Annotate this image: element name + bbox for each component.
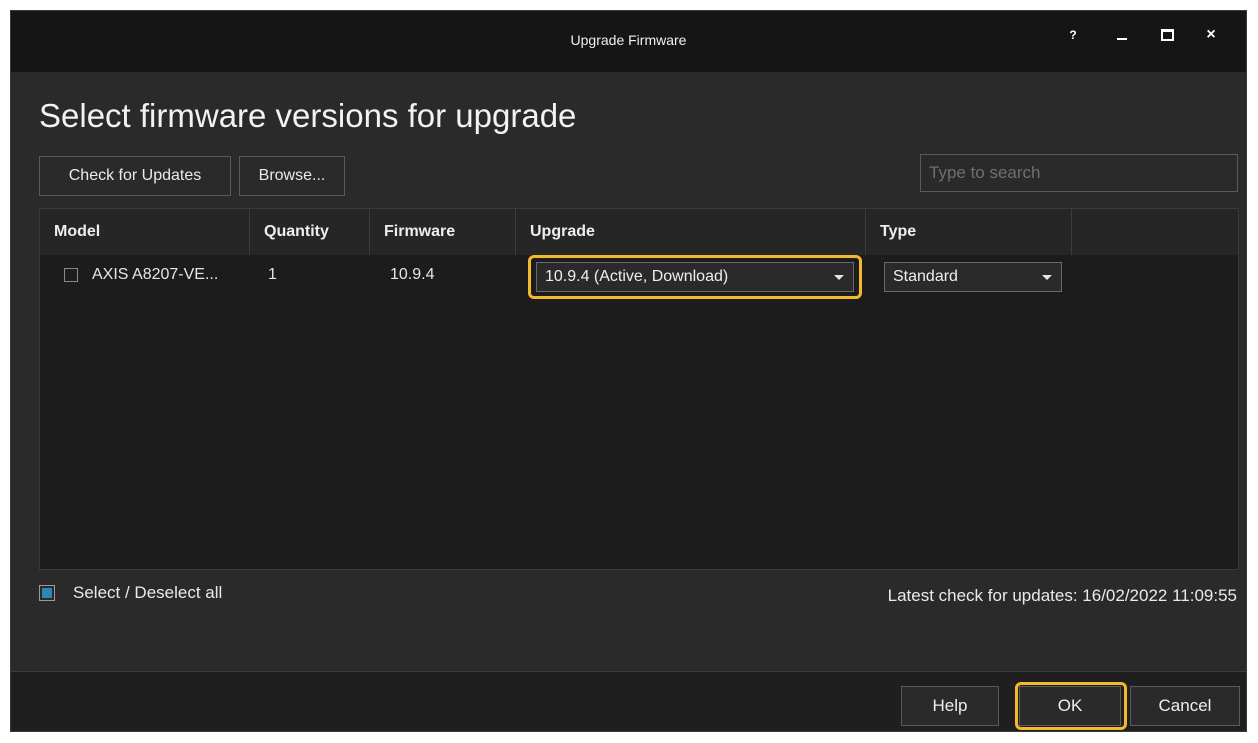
browse-button[interactable]: Browse...	[239, 156, 345, 196]
column-header-quantity[interactable]: Quantity	[250, 209, 370, 255]
maximize-icon[interactable]	[1152, 23, 1182, 47]
model-cell: AXIS A8207-VE...	[64, 255, 218, 295]
chevron-down-icon	[1042, 275, 1052, 280]
help-button[interactable]: Help	[901, 686, 999, 726]
firmware-value: 10.9.4	[390, 266, 435, 283]
grid-header: Model Quantity Firmware Upgrade Type	[40, 209, 1238, 255]
firmware-grid: Model Quantity Firmware Upgrade Type AXI…	[39, 208, 1239, 570]
table-row[interactable]: AXIS A8207-VE... 1 10.9.4 10.9.4 (Active…	[40, 255, 1238, 299]
cancel-button[interactable]: Cancel	[1130, 686, 1240, 726]
help-icon[interactable]: ?	[1058, 23, 1088, 47]
column-header-type[interactable]: Type	[866, 209, 1072, 255]
upgrade-firmware-dialog: Upgrade Firmware ? × Select firmware ver…	[10, 10, 1247, 732]
ok-highlight	[1015, 682, 1127, 730]
check-for-updates-button[interactable]: Check for Updates	[39, 156, 231, 196]
close-icon[interactable]: ×	[1196, 23, 1226, 47]
select-all-label: Select / Deselect all	[73, 583, 223, 602]
column-header-firmware[interactable]: Firmware	[370, 209, 516, 255]
search-input[interactable]: Type to search	[920, 154, 1238, 192]
search-placeholder: Type to search	[929, 163, 1041, 182]
column-header-model[interactable]: Model	[40, 209, 250, 255]
column-header-upgrade[interactable]: Upgrade	[516, 209, 866, 255]
type-dropdown[interactable]: Standard	[884, 262, 1062, 292]
title-bar: Upgrade Firmware ? ×	[11, 11, 1246, 72]
latest-check-status: Latest check for updates: 16/02/2022 11:…	[887, 586, 1237, 605]
quantity-value: 1	[268, 266, 277, 283]
upgrade-highlight	[528, 255, 862, 299]
dialog-footer: Help OK Cancel	[11, 671, 1246, 731]
type-selected-value: Standard	[893, 268, 958, 285]
select-deselect-all[interactable]: Select / Deselect all	[39, 583, 222, 603]
minimize-icon[interactable]	[1107, 23, 1137, 47]
select-all-checkbox[interactable]	[39, 585, 55, 601]
row-checkbox[interactable]	[64, 268, 78, 282]
model-value: AXIS A8207-VE...	[92, 266, 219, 283]
page-title: Select firmware versions for upgrade	[39, 97, 577, 134]
